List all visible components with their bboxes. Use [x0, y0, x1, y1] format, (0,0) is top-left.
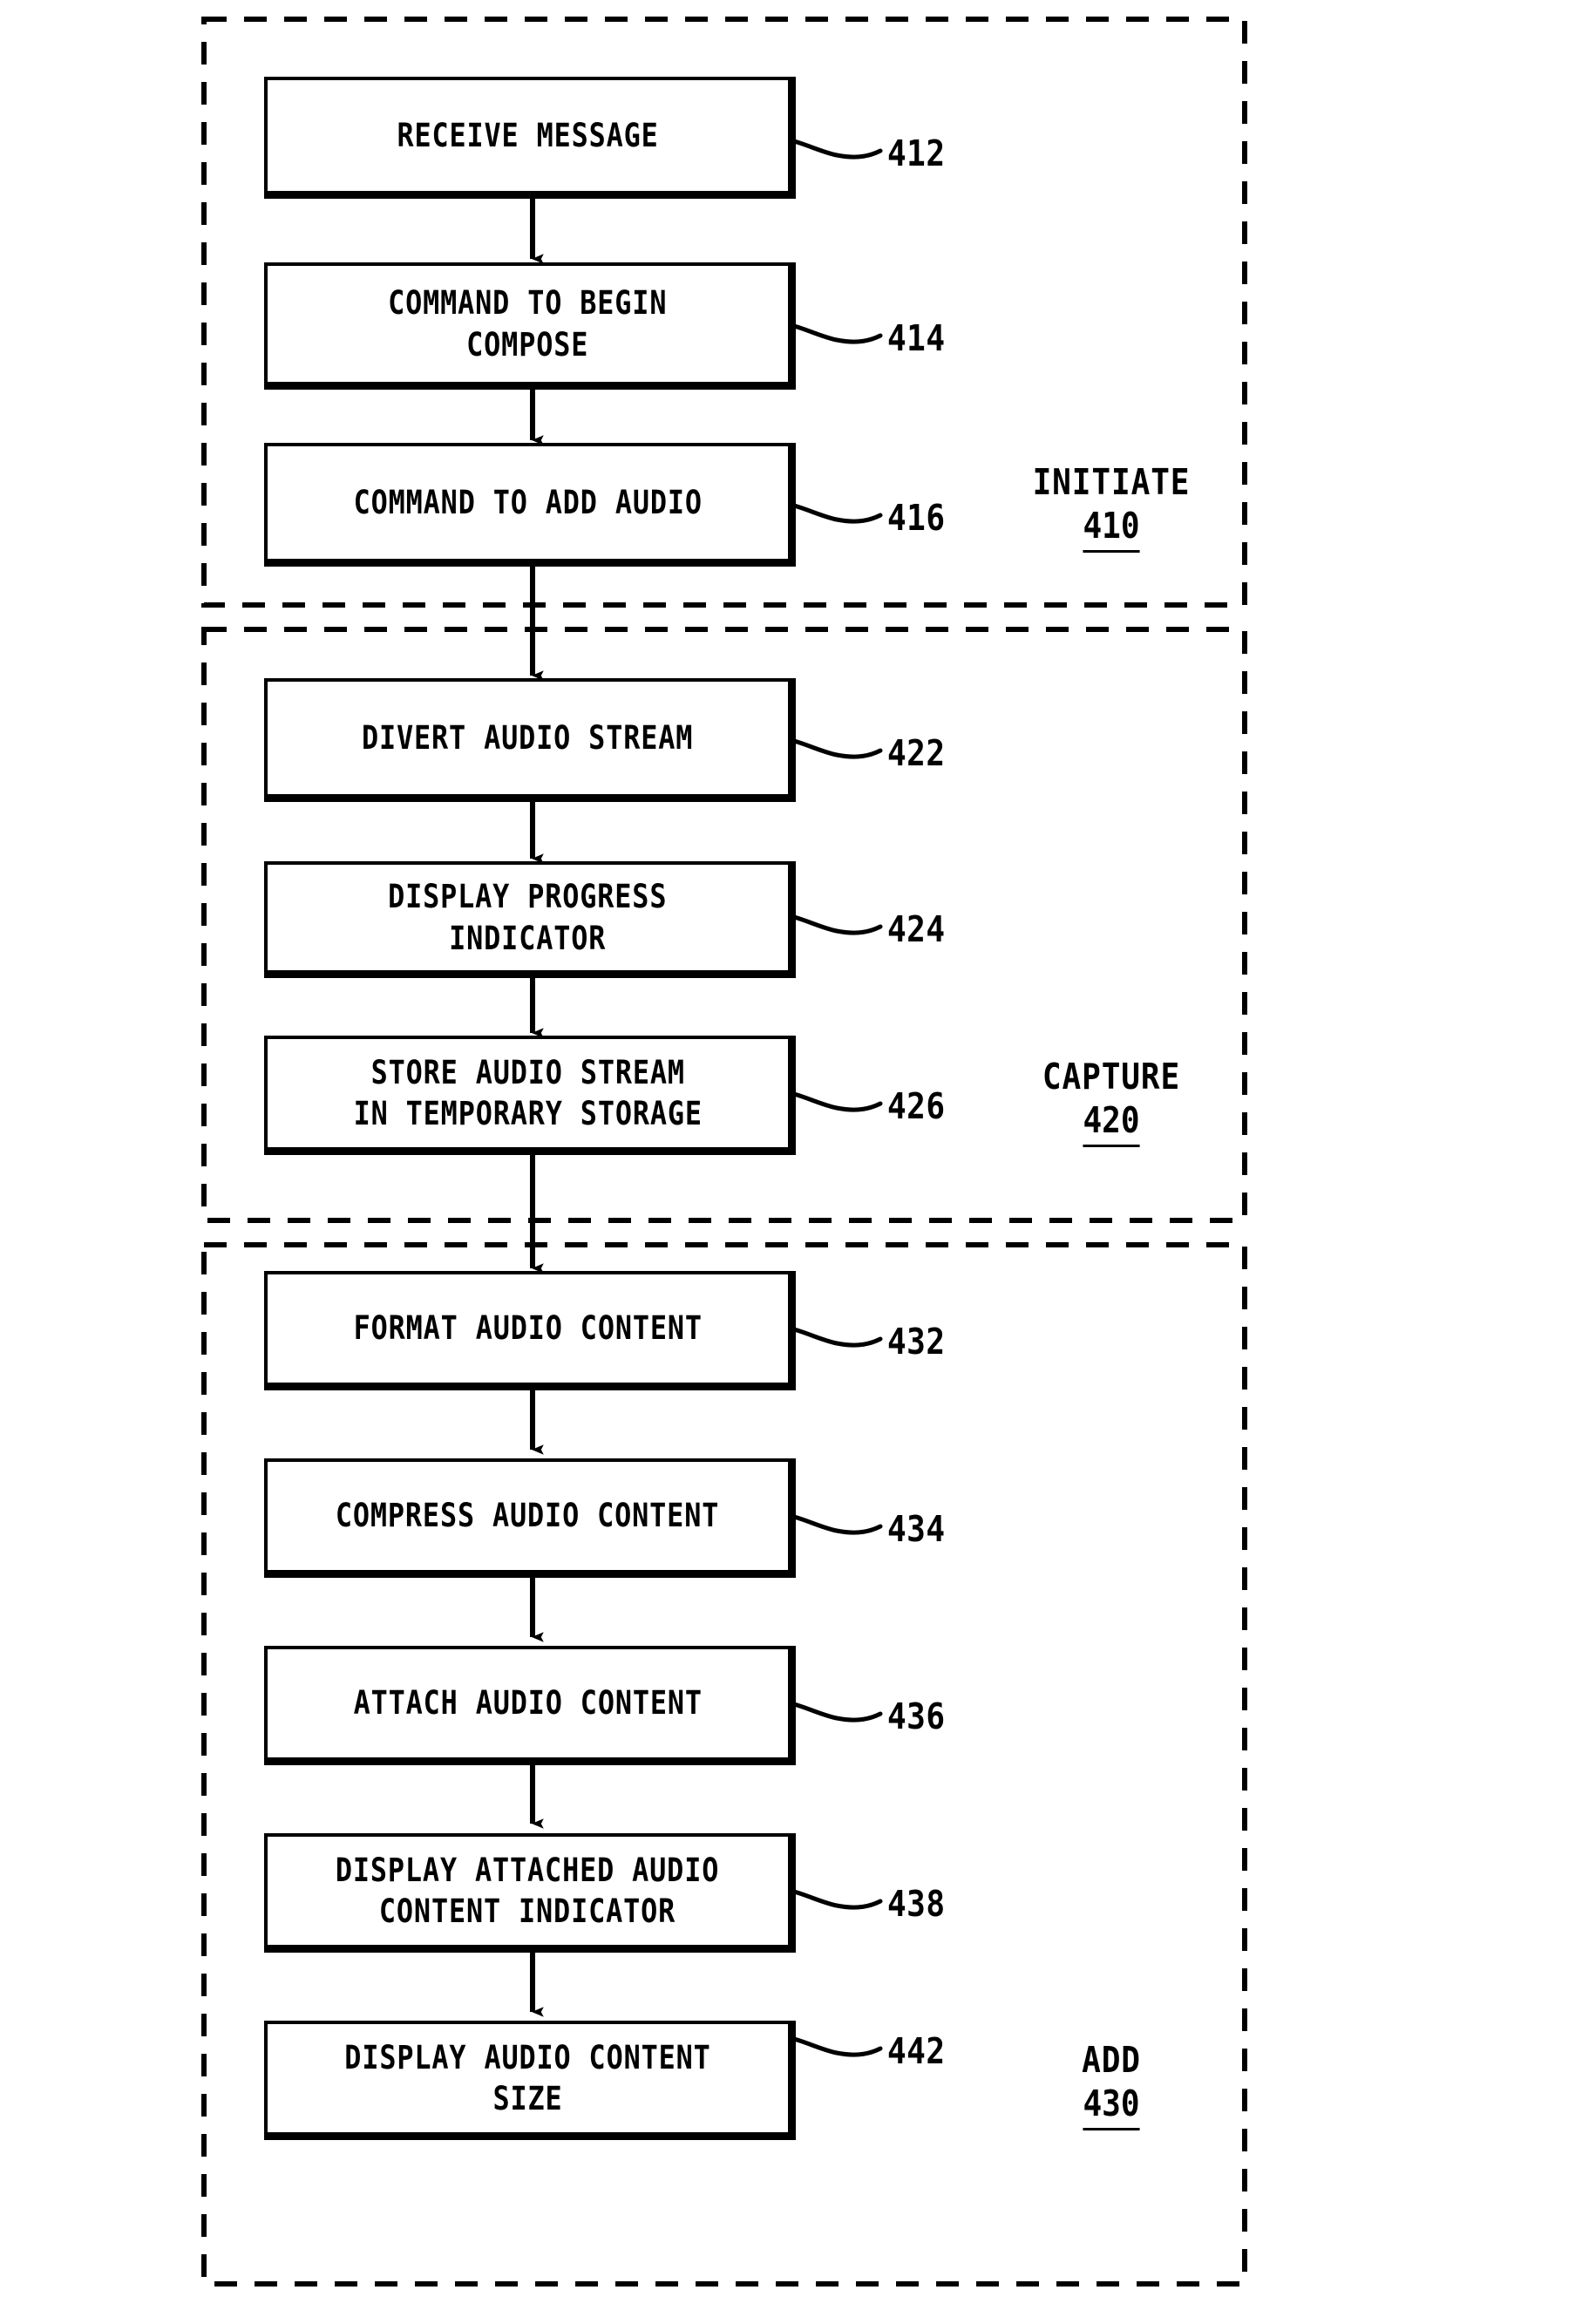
figure-sheet: RECEIVE MESSAGE COMMAND TO BEGIN COMPOSE… — [0, 0, 1582, 2324]
section-reference-numeral: 420 — [1083, 1097, 1140, 1148]
reference-numeral-424: 424 — [887, 908, 946, 950]
reference-numeral-432: 432 — [887, 1321, 946, 1362]
reference-numeral-438: 438 — [887, 1883, 946, 1925]
process-box-display-progress-indicator[interactable]: DISPLAY PROGRESS INDICATOR — [264, 861, 796, 978]
reference-numeral-422: 422 — [887, 732, 946, 774]
reference-numeral-436: 436 — [887, 1695, 946, 1737]
process-label: DIVERT AUDIO STREAM — [362, 718, 694, 757]
section-caption-add: ADD 430 — [1002, 2039, 1220, 2131]
process-box-display-audio-content-size[interactable]: DISPLAY AUDIO CONTENT SIZE — [264, 2021, 796, 2140]
section-caption-initiate: INITIATE 410 — [1002, 461, 1220, 554]
section-caption-capture: CAPTURE 420 — [1002, 1056, 1220, 1148]
section-name: CAPTURE — [1042, 1056, 1181, 1097]
reference-numeral-416: 416 — [887, 497, 946, 539]
process-box-divert-audio-stream[interactable]: DIVERT AUDIO STREAM — [264, 678, 796, 802]
process-label: DISPLAY PROGRESS INDICATOR — [388, 878, 668, 957]
reference-numeral-412: 412 — [887, 133, 946, 174]
process-box-command-to-add-audio[interactable]: COMMAND TO ADD AUDIO — [264, 443, 796, 567]
process-box-receive-message[interactable]: RECEIVE MESSAGE — [264, 77, 796, 199]
reference-numeral-434: 434 — [887, 1508, 946, 1550]
process-box-compress-audio-content[interactable]: COMPRESS AUDIO CONTENT — [264, 1458, 796, 1578]
process-label: DISPLAY ATTACHED AUDIO CONTENT INDICATOR — [336, 1851, 720, 1930]
process-label: RECEIVE MESSAGE — [397, 116, 659, 154]
process-box-format-audio-content[interactable]: FORMAT AUDIO CONTENT — [264, 1271, 796, 1390]
reference-numeral-442: 442 — [887, 2030, 946, 2072]
reference-numeral-426: 426 — [887, 1085, 946, 1127]
section-name: INITIATE — [1032, 461, 1191, 503]
section-reference-numeral: 430 — [1083, 2081, 1140, 2131]
process-box-command-to-begin-compose[interactable]: COMMAND TO BEGIN COMPOSE — [264, 262, 796, 390]
section-name: ADD — [1082, 2039, 1141, 2081]
process-label: COMMAND TO BEGIN COMPOSE — [388, 284, 668, 364]
reference-numeral-414: 414 — [887, 317, 946, 359]
process-label: FORMAT AUDIO CONTENT — [353, 1309, 703, 1348]
section-reference-numeral: 410 — [1083, 503, 1140, 554]
process-label: COMMAND TO ADD AUDIO — [353, 483, 703, 521]
process-box-attach-audio-content[interactable]: ATTACH AUDIO CONTENT — [264, 1646, 796, 1765]
process-label: ATTACH AUDIO CONTENT — [353, 1684, 703, 1723]
process-box-display-attached-indicator[interactable]: DISPLAY ATTACHED AUDIO CONTENT INDICATOR — [264, 1833, 796, 1953]
process-label: DISPLAY AUDIO CONTENT SIZE — [344, 2038, 711, 2117]
process-label: COMPRESS AUDIO CONTENT — [336, 1497, 720, 1535]
process-box-store-audio-stream[interactable]: STORE AUDIO STREAM IN TEMPORARY STORAGE — [264, 1036, 796, 1155]
process-label: STORE AUDIO STREAM IN TEMPORARY STORAGE — [353, 1053, 703, 1132]
